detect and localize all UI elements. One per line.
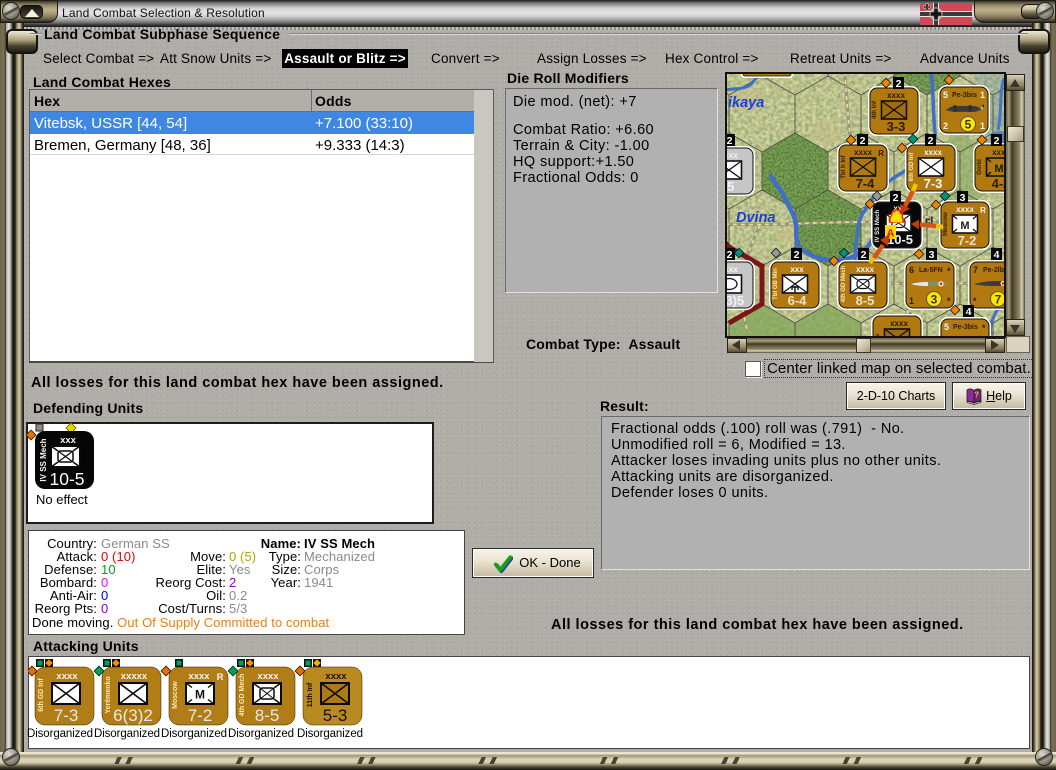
svg-text:R: R [217,672,224,683]
svg-text:xxx: xxx [790,265,804,274]
svg-text:Pe-2lb: Pe-2lb [983,267,1004,274]
svg-text:4th GD Mech: 4th GD Mech [841,265,847,302]
svg-text:7: 7 [995,293,1002,307]
svg-text:3-3: 3-3 [887,119,906,134]
svg-text:4: 4 [994,249,1000,261]
svg-text:R: R [980,206,986,215]
svg-text:Yerémenko: Yerémenko [105,676,112,713]
svg-text:xxx: xxx [727,265,738,274]
svg-text:7-4: 7-4 [856,176,876,191]
svg-text:7-3: 7-3 [924,176,943,191]
svg-text:2: 2 [893,192,899,204]
svg-text:8(3)5: 8(3)5 [727,293,744,308]
svg-text:xxxx: xxxx [856,265,874,274]
svg-text:Tbl GB Min: Tbl GB Min [773,268,779,300]
svg-text:Moscow: Moscow [172,681,179,709]
svg-text:xxxxx: xxxxx [121,671,148,682]
svg-text:xxxx: xxxx [257,671,279,682]
svg-text:7-2: 7-2 [188,706,213,725]
svg-text:4-2: 4-2 [992,176,1004,191]
svg-text:*: * [947,266,951,276]
svg-text:7-2: 7-2 [958,233,977,248]
svg-text:2: 2 [860,135,866,147]
svg-text:3: 3 [931,293,938,307]
svg-text:2: 2 [794,249,800,261]
svg-text:ikaya: ikaya [728,95,764,111]
svg-text:8-5: 8-5 [255,706,280,725]
svg-text:4th GD Mech: 4th GD Mech [239,674,246,717]
svg-text:2: 2 [727,249,733,261]
svg-text:La-5FN: La-5FN [919,267,943,274]
svg-text:11th Inf: 11th Inf [307,682,314,707]
svg-text:IV SS Mech: IV SS Mech [875,209,881,242]
svg-text:*: * [982,323,986,333]
svg-text:6-4: 6-4 [788,293,808,308]
svg-text:6th GD Inf: 6th GD Inf [38,678,45,712]
svg-text:3: 3 [960,192,966,204]
svg-text:1: 1 [980,90,985,100]
svg-text:Tbl h Inf: Tbl h Inf [841,154,847,178]
svg-text:R: R [878,149,884,158]
svg-text:8-5: 8-5 [856,293,875,308]
svg-text:xxxx: xxxx [890,319,908,328]
svg-text:Pe-3bis: Pe-3bis [953,324,978,331]
svg-text:xxxx: xxxx [854,148,872,157]
svg-text:xxxx: xxxx [188,671,210,682]
svg-text:2: 2 [943,121,948,131]
svg-text:M: M [994,163,1003,175]
svg-text:7-3: 7-3 [54,706,79,725]
svg-text:*: * [973,296,977,306]
svg-text:IV SS Mech: IV SS Mech [39,438,48,481]
svg-text:xxxx: xxxx [992,148,1004,157]
svg-text:xxxx: xxxx [956,205,974,214]
svg-text:Gorki: Gorki [977,159,983,175]
svg-text:2: 2 [727,135,733,147]
svg-text:6(3)2: 6(3)2 [113,706,153,725]
svg-text:xxxx: xxxx [924,148,942,157]
svg-text:M: M [195,688,205,702]
svg-text:2: 2 [928,135,934,147]
svg-text:xxx: xxx [60,435,77,446]
svg-text:*: * [947,296,951,306]
svg-text:xxxx: xxxx [325,671,347,682]
svg-text:5: 5 [965,118,972,132]
svg-text:5: 5 [944,322,949,332]
svg-text:Dvina: Dvina [736,210,776,226]
svg-text:2: 2 [861,249,867,261]
svg-text:2: 2 [896,78,902,90]
svg-text:4: 4 [966,306,972,318]
svg-text:xxxx: xxxx [887,91,905,100]
svg-text:xxxx: xxxx [56,671,78,682]
svg-text:?: ? [974,391,979,400]
svg-text:xxx: xxx [727,151,738,160]
svg-text:10-5: 10-5 [49,469,84,489]
svg-text:6: 6 [909,265,914,275]
svg-text:2: 2 [994,135,1000,147]
svg-text:1: 1 [980,121,985,131]
svg-text:Pe-3bis: Pe-3bis [952,92,977,99]
svg-text:5: 5 [943,90,948,100]
svg-text:7: 7 [973,265,978,275]
svg-text:1: 1 [909,296,914,306]
svg-text:5-3: 5-3 [323,706,348,725]
svg-text:Moscow: Moscow [943,212,949,236]
svg-text:4th Inf: 4th Inf [872,100,878,119]
svg-text:M: M [960,220,969,232]
svg-text:3: 3 [929,249,935,261]
svg-text:8-5: 8-5 [727,179,734,194]
svg-text:6th GD Inf: 6th GD Inf [909,152,915,182]
